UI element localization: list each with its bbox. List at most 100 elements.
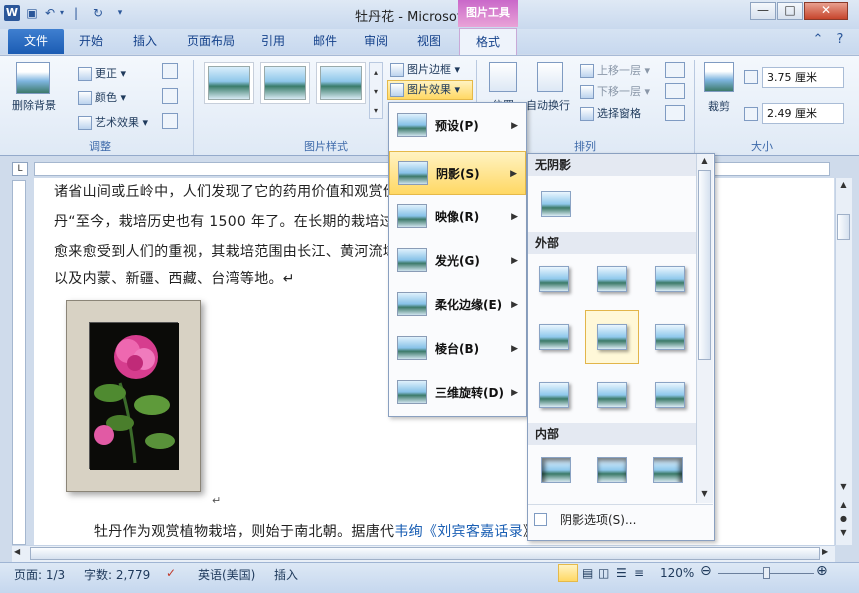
document-bottom-line[interactable]: 牡丹作为观赏植物栽培，则始于南北朝。据唐代韦绚《刘宾客嘉话录》: [94, 521, 537, 541]
web-layout-icon[interactable]: ◫: [598, 566, 609, 580]
shadow-inner-swatch[interactable]: [653, 457, 683, 483]
picture-style-2[interactable]: [260, 62, 310, 104]
scroll-up-icon[interactable]: ▲: [837, 180, 850, 194]
document-line[interactable]: 诸省山间或丘岭中，人们发现了它的药用价值和观赏价: [54, 181, 397, 201]
outline-view-icon[interactable]: ☰: [616, 566, 627, 580]
zoom-in-icon[interactable]: ⊕: [816, 563, 828, 579]
menu-item-soft-edges[interactable]: 柔化边缘(E) ▶: [389, 283, 526, 327]
previous-page-icon[interactable]: ▲: [837, 500, 850, 512]
horizontal-scroll-thumb[interactable]: [30, 547, 820, 560]
tab-references[interactable]: 引用: [253, 29, 293, 54]
reset-picture-icon[interactable]: [162, 113, 178, 129]
scroll-left-icon[interactable]: ◀: [14, 547, 26, 560]
shadow-outer-swatch[interactable]: [539, 382, 569, 408]
scroll-down-icon[interactable]: ▼: [837, 482, 850, 496]
gallery-scroll-thumb[interactable]: [698, 170, 711, 360]
shadow-outer-swatch[interactable]: [597, 324, 627, 350]
document-line[interactable]: 丹“至今，栽培历史也有 1500 年了。在长期的栽培过程: [54, 211, 408, 231]
corrections-button[interactable]: 更正: [95, 67, 117, 80]
shadow-outer-swatch[interactable]: [597, 266, 627, 292]
document-line[interactable]: 以及内蒙、新疆、西藏、台湾等地。↵: [54, 268, 295, 288]
vertical-scroll-thumb[interactable]: [837, 214, 850, 240]
zoom-level[interactable]: 120%: [660, 566, 694, 580]
send-backward-button[interactable]: 下移一层: [597, 85, 641, 98]
menu-item-preset[interactable]: 预设(P) ▶: [389, 104, 526, 148]
shadow-none-swatch[interactable]: [541, 191, 571, 217]
color-button[interactable]: 颜色: [95, 91, 117, 104]
next-page-icon[interactable]: ▼: [837, 528, 850, 540]
close-button[interactable]: ✕: [804, 2, 848, 20]
minimize-button[interactable]: —: [750, 2, 776, 20]
word-count[interactable]: 字数: 2,779: [84, 566, 150, 583]
full-screen-reading-icon[interactable]: ▤: [582, 566, 593, 580]
picture-style-1[interactable]: [204, 62, 254, 104]
vertical-ruler[interactable]: [12, 180, 26, 545]
maximize-button[interactable]: □: [777, 2, 803, 20]
selection-pane-button[interactable]: 选择窗格: [597, 107, 641, 120]
shadow-inner-swatch[interactable]: [597, 457, 627, 483]
picture-effects-button[interactable]: 图片效果: [407, 83, 451, 96]
wrap-text-button[interactable]: 自动换行: [526, 97, 570, 113]
align-icon[interactable]: [665, 62, 685, 78]
shadow-outer-swatch[interactable]: [655, 324, 685, 350]
shadow-outer-swatch[interactable]: [597, 382, 627, 408]
tab-view[interactable]: 视图: [409, 29, 449, 54]
menu-item-3d-rotation[interactable]: 三维旋转(D) ▶: [389, 371, 526, 415]
help-icon[interactable]: ?: [832, 32, 848, 48]
zoom-out-icon[interactable]: ⊖: [700, 563, 712, 579]
tab-mailings[interactable]: 邮件: [305, 29, 345, 54]
artistic-effects-button[interactable]: 艺术效果: [95, 116, 139, 129]
shadow-options-button[interactable]: 阴影选项(S)...: [528, 504, 713, 534]
menu-item-glow[interactable]: 发光(G) ▶: [389, 239, 526, 283]
gallery-scroll-up-icon[interactable]: ▲: [698, 156, 711, 168]
crop-button[interactable]: 裁剪: [708, 98, 730, 114]
tab-file[interactable]: 文件: [8, 29, 64, 54]
shadow-outer-swatch[interactable]: [539, 324, 569, 350]
crop-icon[interactable]: [704, 62, 734, 92]
page-count[interactable]: 页面: 1/3: [14, 566, 65, 583]
shadow-outer-swatch[interactable]: [539, 266, 569, 292]
link-liubinke[interactable]: 《刘宾客嘉话录: [423, 524, 523, 540]
picture-style-3[interactable]: [316, 62, 366, 104]
gallery-scroll-down-icon[interactable]: ▼: [698, 489, 711, 501]
group-icon[interactable]: [665, 83, 685, 99]
change-picture-icon[interactable]: [162, 88, 178, 104]
language-indicator[interactable]: 英语(美国): [198, 566, 255, 583]
shadow-icon: [398, 161, 428, 185]
remove-background-button[interactable]: 删除背景: [12, 97, 56, 113]
remove-background-icon[interactable]: [16, 62, 50, 94]
bring-forward-button[interactable]: 上移一层: [597, 64, 641, 77]
position-icon[interactable]: [489, 62, 517, 92]
menu-item-shadow[interactable]: 阴影(S) ▶: [389, 151, 526, 195]
browse-object-icon[interactable]: ●: [837, 514, 850, 526]
document-line[interactable]: 愈来愈受到人们的重视，其栽培范围由长江、黄河流域: [54, 241, 397, 261]
zoom-slider-thumb[interactable]: [763, 567, 770, 579]
compress-pictures-icon[interactable]: [162, 63, 178, 79]
tab-format[interactable]: 格式: [459, 28, 517, 56]
picture-border-button[interactable]: 图片边框: [407, 63, 451, 76]
tab-page-layout[interactable]: 页面布局: [180, 29, 242, 54]
proofing-icon[interactable]: ✓: [166, 566, 176, 580]
rotate-icon[interactable]: [665, 105, 685, 121]
shadow-outer-swatch[interactable]: [655, 266, 685, 292]
insert-mode-indicator[interactable]: 插入: [274, 566, 298, 583]
shadow-inner-swatch[interactable]: [541, 457, 571, 483]
tab-selector-button[interactable]: L: [12, 162, 28, 176]
minimize-ribbon-icon[interactable]: ⌃: [810, 32, 826, 48]
menu-item-reflection[interactable]: 映像(R) ▶: [389, 195, 526, 239]
picture-border-icon: [390, 63, 404, 77]
shadow-outer-swatch[interactable]: [655, 382, 685, 408]
height-spinner[interactable]: 3.75 厘米: [762, 67, 844, 88]
styles-gallery-scroll[interactable]: ▴ ▾ ▾: [369, 62, 383, 119]
adjust-group-label: 调整: [89, 140, 111, 153]
print-layout-view-icon[interactable]: [558, 564, 578, 582]
menu-item-bevel[interactable]: 棱台(B) ▶: [389, 327, 526, 371]
wrap-text-icon[interactable]: [537, 62, 563, 92]
scroll-right-icon[interactable]: ▶: [822, 547, 834, 560]
draft-view-icon[interactable]: ≡: [634, 566, 644, 580]
link-weixuan[interactable]: 韦绚: [394, 524, 423, 540]
tab-insert[interactable]: 插入: [124, 29, 166, 54]
tab-home[interactable]: 开始: [70, 29, 112, 54]
width-spinner[interactable]: 2.49 厘米: [762, 103, 844, 124]
tab-review[interactable]: 审阅: [356, 29, 396, 54]
